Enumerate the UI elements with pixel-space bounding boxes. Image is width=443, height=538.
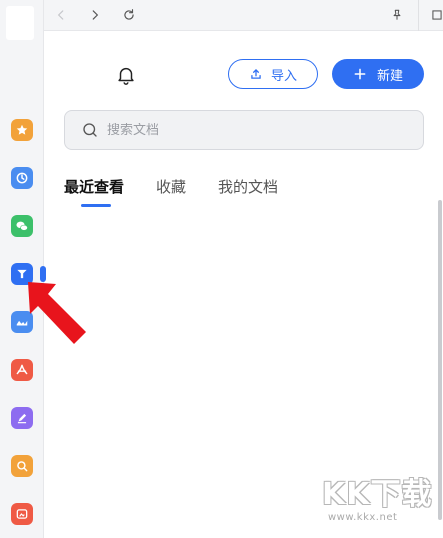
watermark: KK下载 www.kkx.net (322, 477, 440, 524)
sidebar-item-recent[interactable] (11, 167, 33, 189)
pen-icon (17, 413, 27, 424)
back-button[interactable] (52, 6, 70, 24)
toolbar-divider (418, 0, 419, 31)
search-box (64, 110, 424, 150)
scrollbar[interactable] (438, 200, 442, 520)
forward-button[interactable] (86, 6, 104, 24)
tab-favorites[interactable]: 收藏 (156, 176, 186, 205)
document-tabs: 最近查看 收藏 我的文档 (64, 176, 278, 207)
pdf-icon (16, 364, 28, 375)
search-icon (17, 461, 28, 472)
app-logo (6, 6, 34, 40)
watermark-text: KK下载 (322, 477, 433, 512)
window-collapse-button[interactable] (428, 6, 443, 24)
tab-my-documents[interactable]: 我的文档 (218, 176, 278, 205)
chevron-right-icon (92, 10, 99, 20)
tab-recent[interactable]: 最近查看 (64, 176, 125, 207)
sidebar-item-form[interactable] (11, 407, 33, 429)
tab-my-documents-label: 我的文档 (218, 178, 279, 196)
sidebar (0, 0, 44, 538)
new-label: 新建 (376, 68, 403, 84)
wps-icon (17, 269, 27, 279)
pin-button[interactable] (388, 6, 406, 24)
red-arrow-annotation (28, 282, 86, 344)
sidebar-item-image[interactable] (11, 503, 33, 525)
star-icon (16, 124, 28, 135)
search-icon (83, 123, 97, 137)
search-input[interactable] (107, 122, 387, 138)
tab-recent-label: 最近查看 (64, 178, 125, 196)
import-label: 导入 (270, 68, 297, 84)
sidebar-item-search[interactable] (11, 455, 33, 477)
sidebar-item-wechat[interactable] (11, 215, 33, 237)
sidebar-item-favorites[interactable] (11, 119, 33, 141)
refresh-icon (124, 9, 134, 20)
wechat-icon (16, 221, 28, 231)
notification-bell-icon[interactable] (115, 63, 137, 87)
tab-favorites-label: 收藏 (156, 178, 187, 196)
new-button[interactable]: 新建 (332, 59, 424, 89)
clock-icon (16, 172, 28, 184)
chevron-left-icon (57, 10, 64, 20)
image-icon (16, 509, 28, 519)
title-bar (44, 0, 443, 31)
tab-active-underline (81, 204, 111, 207)
watermark-url: www.kkx.net (328, 512, 398, 523)
upload-icon (251, 69, 261, 79)
window-icon (432, 10, 442, 20)
plus-icon (354, 68, 366, 80)
sidebar-item-pdf[interactable] (11, 359, 33, 381)
pin-icon (393, 9, 401, 20)
import-button[interactable]: 导入 (228, 59, 318, 89)
refresh-button[interactable] (120, 6, 138, 24)
